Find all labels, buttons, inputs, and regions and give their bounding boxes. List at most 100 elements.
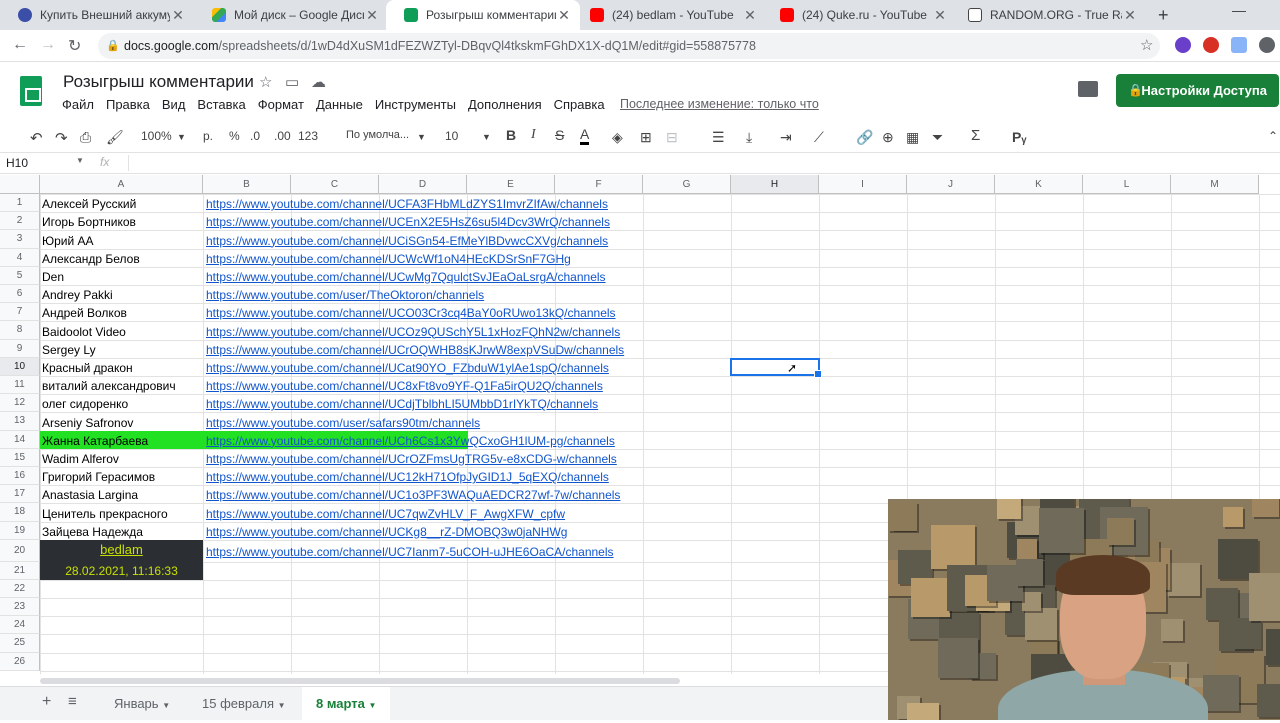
puzzle-icon[interactable] (1259, 37, 1275, 53)
menu-tools[interactable]: Инструменты (375, 97, 456, 112)
cell-name[interactable]: Wadim Alferov (42, 452, 119, 466)
column-header[interactable]: H (731, 175, 819, 194)
reload-icon[interactable]: ↻ (68, 36, 81, 56)
name-box[interactable]: H10 (6, 156, 28, 170)
sheet-tab-march8[interactable]: 8 марта ▼ (302, 687, 391, 721)
row-header[interactable]: 5 (0, 266, 40, 285)
menu-data[interactable]: Данные (316, 97, 363, 112)
menu-edit[interactable]: Правка (106, 97, 150, 112)
cell-name[interactable]: Anastasia Largina (42, 488, 138, 502)
row-header[interactable]: 14 (0, 430, 40, 449)
horizontal-scrollbar[interactable] (40, 678, 680, 684)
sheet-tab-january[interactable]: Январь ▼ (114, 696, 170, 711)
functions-button[interactable]: Σ (971, 127, 980, 144)
cell-channel-link[interactable]: https://www.youtube.com/channel/UC8xFt8v… (206, 379, 603, 393)
close-icon[interactable]: ✕ (170, 7, 186, 24)
cell-name[interactable]: Sergey Ly (42, 343, 96, 357)
row-header[interactable]: 9 (0, 339, 40, 358)
cell-channel-link[interactable]: https://www.youtube.com/channel/UCiSGn54… (206, 234, 608, 248)
cell-channel-link[interactable]: https://www.youtube.com/channel/UCh6Cs1x… (206, 434, 615, 448)
document-title[interactable]: Розыгрыш комментарии (63, 72, 254, 92)
row-header[interactable]: 7 (0, 303, 40, 322)
row-header[interactable]: 22 (0, 579, 40, 598)
collapse-chevron-icon[interactable]: ⌃ (1268, 129, 1278, 143)
more-formats-select[interactable]: 123 (298, 129, 318, 143)
row-header[interactable]: 24 (0, 616, 40, 635)
column-header[interactable]: K (995, 175, 1083, 194)
star-icon[interactable]: ☆ (259, 73, 272, 91)
add-sheet-button[interactable]: + (42, 693, 51, 711)
row-header[interactable]: 13 (0, 412, 40, 431)
increase-decimal-button[interactable]: .00 (274, 129, 291, 143)
cell-channel-link[interactable]: https://www.youtube.com/channel/UCWcWf1o… (206, 252, 571, 266)
cell-name[interactable]: Григорий Герасимов (42, 470, 155, 484)
print-icon[interactable]: ⎙ (80, 129, 91, 146)
cell-name[interactable]: Arseniy Safronov (42, 416, 133, 430)
browser-tab[interactable]: Мой диск – Google Диск ✕ (194, 0, 388, 30)
cell-name[interactable]: Юрий АА (42, 234, 94, 248)
close-icon[interactable]: ✕ (556, 7, 572, 24)
row-header[interactable]: 11 (0, 376, 40, 395)
cell-channel-link[interactable]: https://www.youtube.com/user/safars90tm/… (206, 416, 480, 430)
text-rotate-icon[interactable]: ⟋ (814, 129, 824, 146)
cell-name[interactable]: Зайцева Надежда (42, 525, 143, 539)
menu-insert[interactable]: Вставка (197, 97, 245, 112)
column-header[interactable]: I (819, 175, 907, 194)
menu-addons[interactable]: Дополнения (468, 97, 542, 112)
cell-name[interactable]: Den (42, 270, 64, 284)
row-header[interactable]: 12 (0, 394, 40, 413)
currency-format-button[interactable]: р. (203, 129, 213, 143)
row-header[interactable]: 8 (0, 321, 40, 340)
insert-chart-icon[interactable]: ▦ (906, 129, 919, 146)
borders-icon[interactable]: ⊞ (640, 129, 652, 146)
address-bar[interactable]: 🔒 docs.google.com/spreadsheets/d/1wD4dXu… (98, 33, 1160, 59)
move-folder-icon[interactable]: ▭ (285, 73, 299, 91)
cell-channel-link[interactable]: https://www.youtube.com/channel/UCEnX2E5… (206, 215, 610, 229)
menu-file[interactable]: Файл (62, 97, 94, 112)
cell-channel-link[interactable]: https://www.youtube.com/channel/UC7Ianm7… (206, 545, 614, 559)
cell-channel-link[interactable]: https://www.youtube.com/channel/UCKg8__r… (206, 525, 567, 539)
minimize-icon[interactable]: — (1232, 2, 1246, 18)
extension-icon[interactable] (1175, 37, 1191, 53)
row-header[interactable]: 26 (0, 652, 40, 671)
row-header[interactable]: 4 (0, 248, 40, 267)
column-header[interactable]: B (203, 175, 291, 194)
cell-channel-link[interactable]: https://www.youtube.com/channel/UCrOZFms… (206, 452, 617, 466)
cell-name[interactable]: виталий александрович (42, 379, 176, 393)
font-size-select[interactable]: 10 (445, 129, 458, 143)
cell-name[interactable]: Andrey Pakki (42, 288, 113, 302)
row-header[interactable]: 17 (0, 485, 40, 504)
cell-name[interactable]: Baidoolot Video (42, 325, 126, 339)
column-header[interactable]: J (907, 175, 995, 194)
undo-icon[interactable]: ↶ (30, 129, 43, 147)
adblock-icon[interactable] (1203, 37, 1219, 53)
browser-tab[interactable]: (24) Quke.ru - YouTube ✕ (762, 0, 956, 30)
close-icon[interactable]: ✕ (364, 7, 380, 24)
insert-link-icon[interactable]: 🔗 (856, 129, 873, 146)
row-header[interactable]: 25 (0, 634, 40, 653)
select-all-corner[interactable] (0, 175, 40, 194)
column-header[interactable]: L (1083, 175, 1171, 194)
decrease-decimal-button[interactable]: .0 (250, 129, 260, 143)
cell-name[interactable]: Андрей Волков (42, 306, 127, 320)
bold-button[interactable]: B (506, 127, 516, 143)
vertical-align-icon[interactable]: ⤓ (746, 129, 752, 146)
cell-name[interactable]: Жанна Катарбаева (42, 434, 148, 448)
browser-tab-active[interactable]: Розыгрыш комментарии - Goo ✕ (386, 0, 580, 30)
cell-channel-link[interactable]: https://www.youtube.com/channel/UCwMg7Qq… (206, 270, 606, 284)
row-header[interactable]: 1 (0, 194, 40, 213)
selected-cell[interactable] (730, 357, 822, 379)
cell-channel-link[interactable]: https://www.youtube.com/channel/UCOz9QUS… (206, 325, 620, 339)
column-header[interactable]: M (1171, 175, 1259, 194)
fill-color-icon[interactable]: ◈ (612, 129, 623, 146)
column-header[interactable]: E (467, 175, 555, 194)
row-header[interactable]: 10 (0, 357, 40, 376)
menu-help[interactable]: Справка (554, 97, 605, 112)
text-wrap-icon[interactable]: ⇥ (780, 129, 792, 146)
forward-arrow-icon[interactable]: → (40, 36, 56, 54)
column-header[interactable]: C (291, 175, 379, 194)
cell-channel-link[interactable]: https://www.youtube.com/channel/UCat90YO… (206, 361, 609, 375)
cell-name[interactable]: Александр Белов (42, 252, 140, 266)
insert-comment-icon[interactable]: ⊕ (882, 129, 894, 146)
cell-name[interactable]: Алексей Русский (42, 197, 136, 211)
